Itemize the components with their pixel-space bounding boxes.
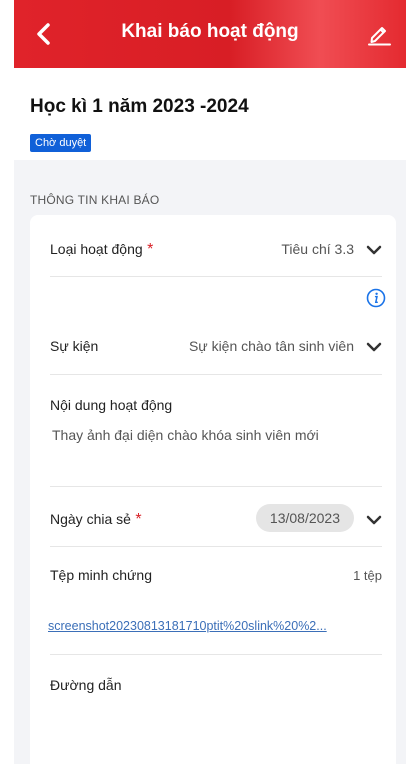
divider: [50, 654, 382, 655]
chevron-down-icon[interactable]: [366, 342, 382, 352]
content-label-row: Nội dung hoạt động: [50, 397, 382, 417]
share-date-label: Ngày chia sẻ: [50, 511, 131, 527]
app-screen: Khai báo hoạt động Học kì 1 năm 2023 -20…: [14, 0, 406, 764]
url-label: Đường dẫn: [50, 677, 122, 693]
app-header: Khai báo hoạt động: [14, 0, 406, 68]
chevron-down-icon[interactable]: [366, 245, 382, 255]
evidence-row: Tệp minh chứng 1 tệp: [50, 567, 382, 587]
url-field[interactable]: [50, 705, 382, 755]
section-label: THÔNG TIN KHAI BÁO: [30, 193, 160, 207]
activity-type-value: Tiêu chí 3.3: [281, 241, 354, 257]
required-mark: *: [135, 511, 142, 528]
activity-type-label: Loại hoạt động: [50, 241, 143, 257]
divider: [50, 546, 382, 547]
divider: [50, 276, 382, 277]
divider: [50, 486, 382, 487]
evidence-count: 1 tệp: [353, 568, 382, 583]
event-value: Sự kiện chào tân sinh viên: [188, 338, 354, 354]
evidence-file-link[interactable]: screenshot20230813181710ptit%20slink%20%…: [48, 619, 327, 633]
event-row[interactable]: Sự kiện Sự kiện chào tân sinh viên: [50, 338, 382, 358]
share-date-picker[interactable]: 13/08/2023: [255, 504, 354, 532]
activity-type-row[interactable]: Loại hoạt động * Tiêu chí 3.3: [50, 241, 382, 261]
event-label: Sự kiện: [50, 338, 99, 354]
chevron-down-icon[interactable]: [366, 515, 382, 525]
share-date-row: Ngày chia sẻ * 13/08/2023: [50, 504, 382, 532]
content-field[interactable]: Thay ảnh đại diện chào khóa sinh viên mớ…: [52, 427, 319, 443]
semester-title: Học kì 1 năm 2023 -2024: [30, 96, 249, 117]
semester-panel: Học kì 1 năm 2023 -2024 Chờ duyệt: [14, 68, 406, 160]
edit-button[interactable]: [366, 20, 392, 46]
status-badge: Chờ duyệt: [30, 134, 92, 152]
divider: [50, 374, 382, 375]
evidence-label: Tệp minh chứng: [50, 567, 152, 583]
url-row: Đường dẫn: [50, 677, 382, 697]
declaration-card: Loại hoạt động * Tiêu chí 3.3 Sự kiện Sự…: [30, 215, 396, 764]
content-label: Nội dung hoạt động: [50, 397, 173, 413]
info-circle-icon[interactable]: [366, 288, 386, 308]
page-title: Khai báo hoạt động: [121, 21, 299, 42]
required-mark: *: [147, 241, 154, 258]
pencil-icon: [368, 27, 391, 46]
